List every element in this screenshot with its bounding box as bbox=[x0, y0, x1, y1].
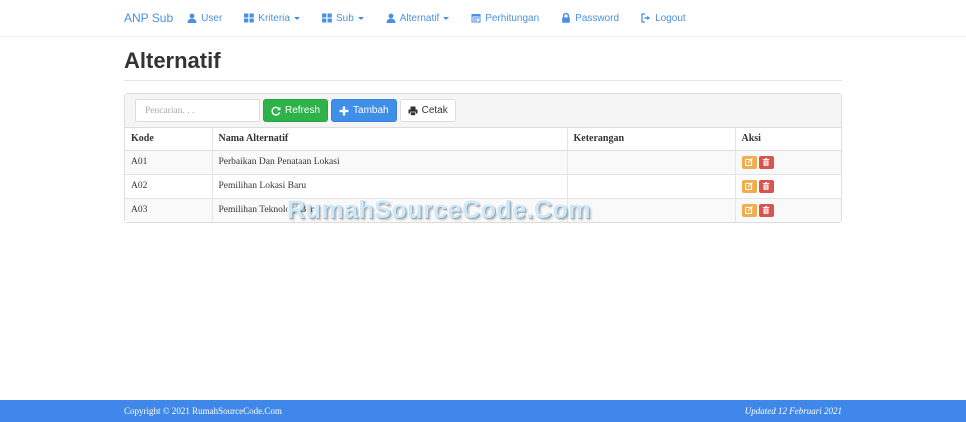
add-button[interactable]: Tambah bbox=[331, 99, 397, 122]
toolbar: Refresh Tambah Cetak bbox=[125, 94, 841, 128]
nav-item-sub[interactable]: Sub bbox=[321, 12, 364, 24]
edit-button[interactable] bbox=[741, 203, 757, 217]
table-row: A02 Pemilihan Lokasi Baru bbox=[125, 173, 841, 198]
nav-item-user[interactable]: User bbox=[187, 13, 222, 24]
navbar-inner: ANP Sub User Kriteria Sub Alternatif Per… bbox=[124, 0, 708, 36]
th-large-icon bbox=[244, 13, 255, 23]
nav-item-perhitungan[interactable]: Perhitungan bbox=[471, 13, 539, 24]
cell-kode: A01 bbox=[125, 149, 213, 174]
delete-button[interactable] bbox=[758, 155, 774, 169]
calendar-icon bbox=[471, 14, 481, 23]
nav-item-password[interactable]: Password bbox=[561, 13, 619, 24]
print-button[interactable]: Cetak bbox=[399, 99, 456, 122]
delete-button[interactable] bbox=[758, 203, 774, 217]
cell-aksi bbox=[735, 173, 841, 198]
cell-keterangan bbox=[567, 149, 736, 174]
print-icon bbox=[408, 106, 418, 116]
cell-kode: A03 bbox=[125, 197, 213, 222]
chevron-down-icon bbox=[293, 16, 300, 20]
nav-item-user-label: User bbox=[201, 12, 223, 24]
edit-button[interactable] bbox=[741, 179, 757, 193]
trash-icon bbox=[762, 182, 770, 190]
nav-item-perhitungan-label: Perhitungan bbox=[485, 12, 540, 24]
nav-item-sub-label: Sub bbox=[335, 12, 354, 24]
nav-item-alternatif-label: Alternatif bbox=[399, 12, 440, 24]
footer: Copyright © 2021 RumahSourceCode.Com Upd… bbox=[0, 400, 966, 422]
refresh-icon bbox=[271, 106, 281, 116]
user-icon bbox=[187, 13, 197, 23]
nav-item-password-label: Password bbox=[575, 12, 620, 24]
nav-item-kriteria-label: Kriteria bbox=[258, 12, 290, 24]
edit-button[interactable] bbox=[741, 155, 757, 169]
cell-nama: Perbaikan Dan Penataan Lokasi bbox=[212, 149, 568, 174]
chevron-down-icon bbox=[443, 16, 450, 20]
footer-updated: Updated 12 Februari 2021 bbox=[744, 406, 842, 416]
column-header-nama[interactable]: Nama Alternatif bbox=[212, 128, 568, 151]
nav-item-kriteria[interactable]: Kriteria bbox=[244, 13, 300, 24]
navbar: ANP Sub User Kriteria Sub Alternatif Per… bbox=[0, 0, 966, 37]
nav-item-logout[interactable]: Logout bbox=[641, 13, 686, 24]
brand-link[interactable]: ANP Sub bbox=[124, 11, 173, 25]
column-header-kode[interactable]: Kode bbox=[125, 128, 213, 151]
plus-icon bbox=[339, 106, 349, 115]
cell-keterangan bbox=[567, 173, 736, 198]
page-title: Alternatif bbox=[124, 48, 221, 73]
user-icon bbox=[386, 13, 396, 23]
refresh-button-label: Refresh bbox=[285, 105, 321, 116]
column-header-keterangan[interactable]: Keterangan bbox=[567, 128, 736, 151]
add-button-label: Tambah bbox=[353, 105, 389, 116]
nav-item-logout-label: Logout bbox=[655, 12, 686, 24]
edit-icon bbox=[745, 206, 753, 215]
watermark: RumahSourceCode.Com bbox=[287, 196, 591, 224]
trash-icon bbox=[762, 206, 770, 215]
edit-icon bbox=[745, 182, 753, 190]
edit-icon bbox=[745, 158, 753, 166]
chevron-down-icon bbox=[357, 16, 364, 20]
print-button-label: Cetak bbox=[421, 105, 448, 116]
th-large-icon bbox=[321, 13, 332, 23]
cell-nama: Pemilihan Lokasi Baru bbox=[212, 173, 568, 198]
title-divider bbox=[124, 80, 842, 81]
cell-aksi bbox=[735, 149, 841, 174]
trash-icon bbox=[762, 158, 770, 166]
search-input[interactable] bbox=[135, 99, 260, 122]
nav-item-alternatif[interactable]: Alternatif bbox=[386, 12, 450, 24]
footer-copyright: Copyright © 2021 RumahSourceCode.Com bbox=[124, 406, 282, 416]
table-header-row: Kode Nama Alternatif Keterangan Aksi bbox=[125, 128, 841, 151]
table-row: A01 Perbaikan Dan Penataan Lokasi bbox=[125, 149, 841, 174]
cell-aksi bbox=[735, 197, 841, 222]
delete-button[interactable] bbox=[758, 179, 774, 193]
cell-keterangan bbox=[567, 197, 736, 222]
cell-kode: A02 bbox=[125, 173, 213, 198]
column-header-aksi: Aksi bbox=[735, 128, 841, 151]
logout-icon bbox=[641, 13, 651, 23]
lock-icon bbox=[562, 13, 570, 23]
refresh-button[interactable]: Refresh bbox=[263, 99, 329, 122]
